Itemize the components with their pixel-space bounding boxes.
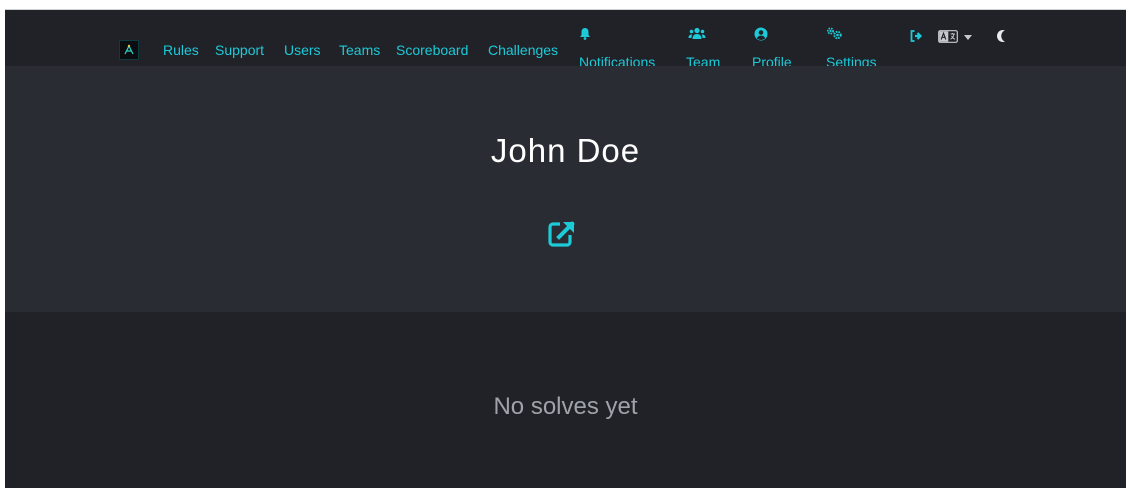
nav-link-teams[interactable]: Teams	[339, 42, 380, 58]
bell-icon	[580, 28, 590, 40]
logo-icon	[124, 44, 134, 55]
user-name: John Doe	[490, 132, 641, 169]
no-solves-message: No solves yet	[493, 393, 638, 420]
user-circle-icon	[754, 27, 768, 41]
nav-link-scoreboard[interactable]: Scoreboard	[396, 42, 468, 58]
caret-down-icon[interactable]	[964, 35, 972, 40]
nav-link-rules[interactable]: Rules	[163, 42, 199, 58]
external-link-icon[interactable]	[546, 218, 578, 250]
moon-icon[interactable]	[995, 29, 1006, 43]
users-icon	[688, 27, 706, 39]
logo[interactable]	[119, 40, 139, 60]
language-icon[interactable]	[938, 30, 958, 43]
logout-icon[interactable]	[910, 30, 924, 42]
nav-link-users[interactable]: Users	[284, 42, 321, 58]
nav-link-challenges[interactable]: Challenges	[488, 42, 558, 58]
navbar: Rules Support Users Teams Scoreboard Cha…	[5, 10, 1126, 70]
profile-header: John Doe	[5, 66, 1126, 312]
page-frame: Rules Support Users Teams Scoreboard Cha…	[5, 9, 1126, 488]
gears-icon	[827, 27, 842, 39]
nav-link-support[interactable]: Support	[215, 42, 264, 58]
